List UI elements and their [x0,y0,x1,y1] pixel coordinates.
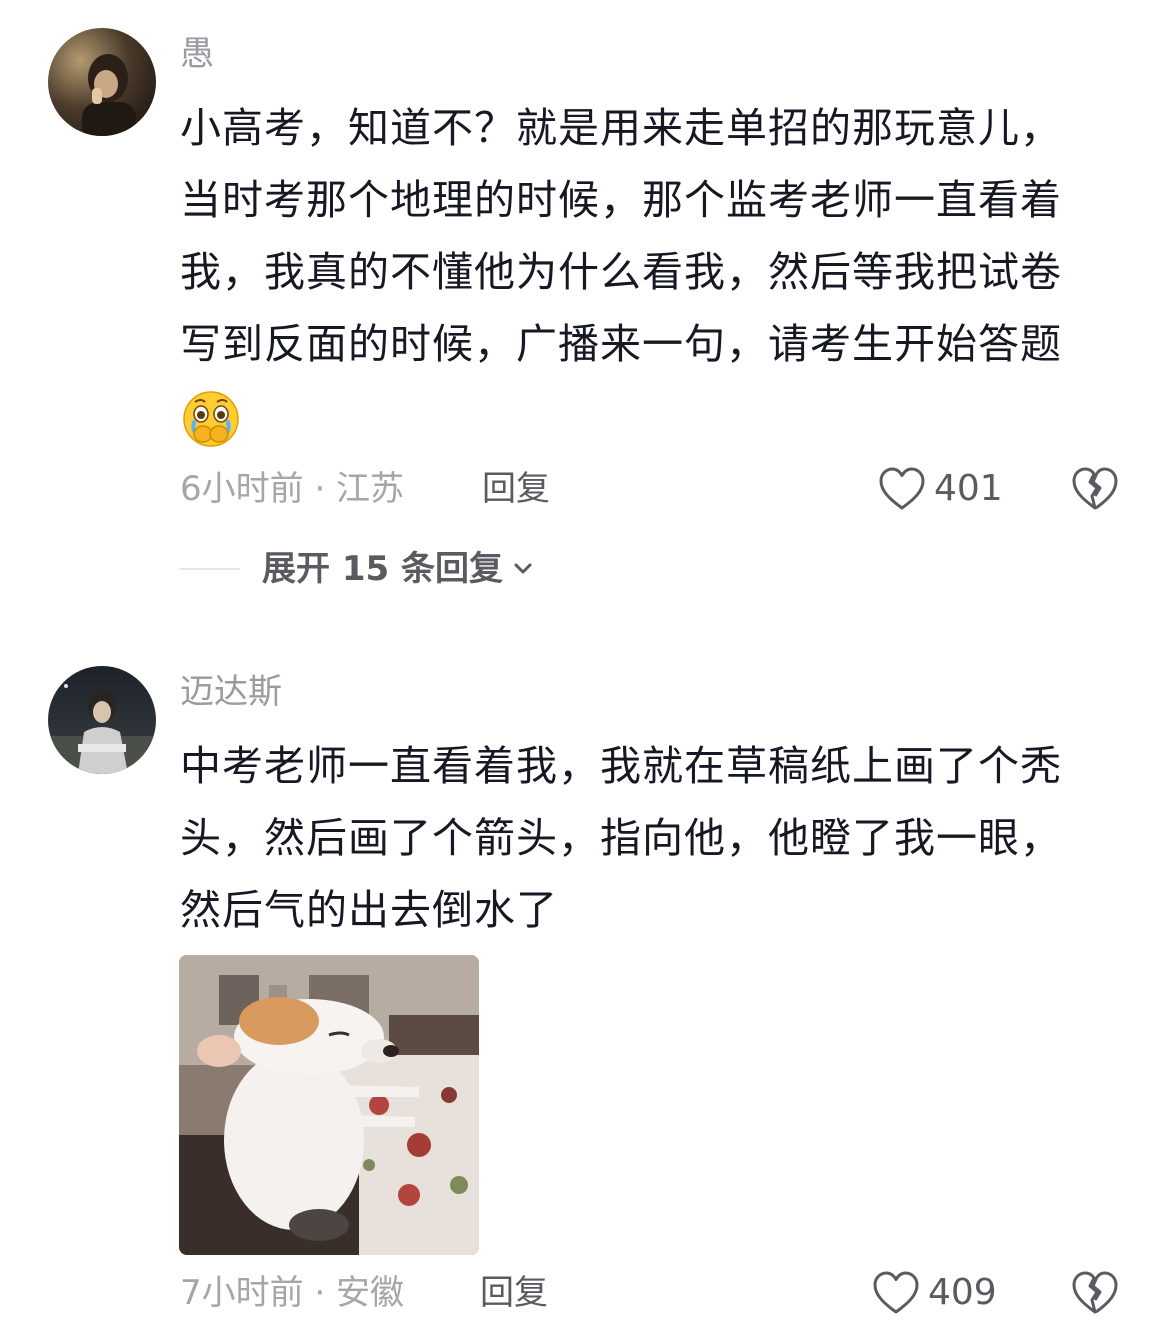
avatar[interactable] [48,28,156,136]
chevron-down-icon [514,563,532,574]
username[interactable]: 愚 [180,34,214,74]
crying-face-emoji-icon [180,388,242,450]
time-location: 6小时前 · 江苏 [180,469,405,509]
expand-replies-label: 展开 15 条回复 [262,549,503,589]
broken-heart-icon[interactable] [1070,1268,1120,1318]
heart-icon [879,467,925,510]
reply-button[interactable]: 回复 [480,1268,548,1318]
avatar[interactable] [48,666,156,774]
reply-button[interactable]: 回复 [482,464,550,514]
comment-line: 当时考那个地理的时候，那个监考老师一直看着 [180,176,1062,224]
time-location: 7小时前 · 安徽 [180,1273,405,1313]
like-button[interactable]: 409 [872,1268,997,1318]
comment-line: 小高考，知道不？就是用来走单招的那玩意儿， [180,104,1062,152]
like-count: 409 [928,1272,997,1313]
comment-text: 中考老师一直看着我，我就在草稿纸上画了个秃 头，然后画了个箭头，指向他，他瞪了我… [180,730,1120,946]
like-button[interactable]: 401 [878,464,1003,514]
comment-line: 我，我真的不懂他为什么看我，然后等我把试卷 [180,248,1062,296]
username[interactable]: 迈达斯 [180,672,282,712]
comment-line: 中考老师一直看着我，我就在草稿纸上画了个秃 [180,742,1062,790]
comment-line: 头，然后画了个箭头，指向他，他瞪了我一眼， [180,814,1062,862]
comment-line: 然后气的出去倒水了 [180,886,558,934]
comment-text: 小高考，知道不？就是用来走单招的那玩意儿， 当时考那个地理的时候，那个监考老师一… [180,92,1120,452]
expand-replies-button[interactable]: 展开 15 条回复 [180,544,537,594]
comment-meta: 6小时前 · 江苏 回复 401 [180,464,1120,514]
comment-meta: 7小时前 · 安徽 回复 409 [180,1268,1120,1318]
heart-icon [873,1271,919,1314]
divider [180,568,240,570]
broken-heart-icon[interactable] [1070,464,1120,514]
comment-line: 写到反面的时候，广播来一句，请考生开始答题 [180,320,1062,368]
dog-sitting-at-table-image[interactable] [179,955,479,1255]
like-count: 401 [934,468,1003,509]
